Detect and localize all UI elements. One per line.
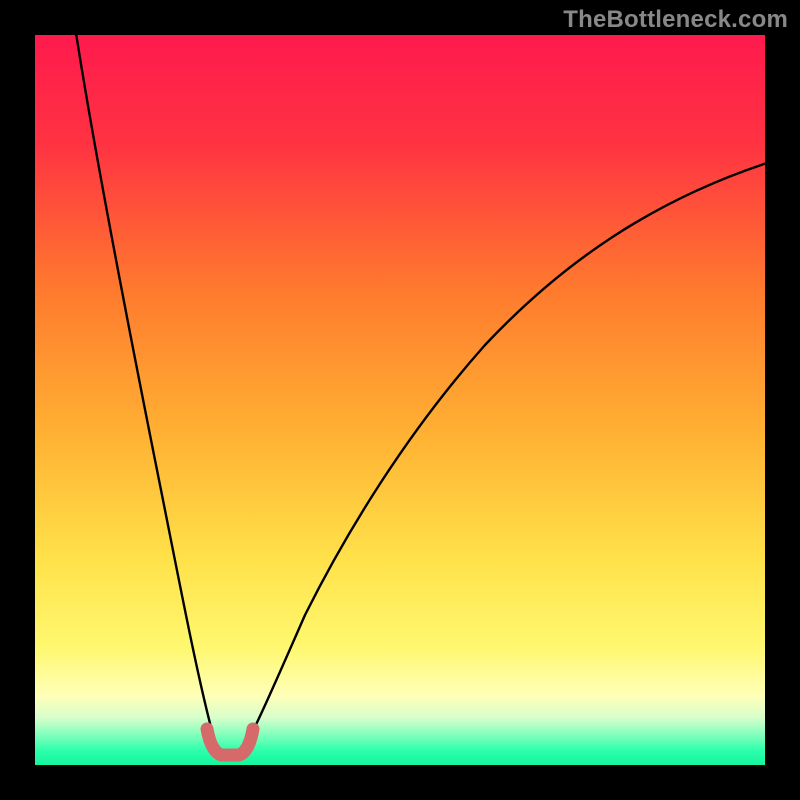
- chart-frame: TheBottleneck.com: [0, 0, 800, 800]
- bottleneck-chart: [35, 35, 765, 765]
- background-gradient: [35, 35, 765, 765]
- watermark-text: TheBottleneck.com: [563, 6, 788, 34]
